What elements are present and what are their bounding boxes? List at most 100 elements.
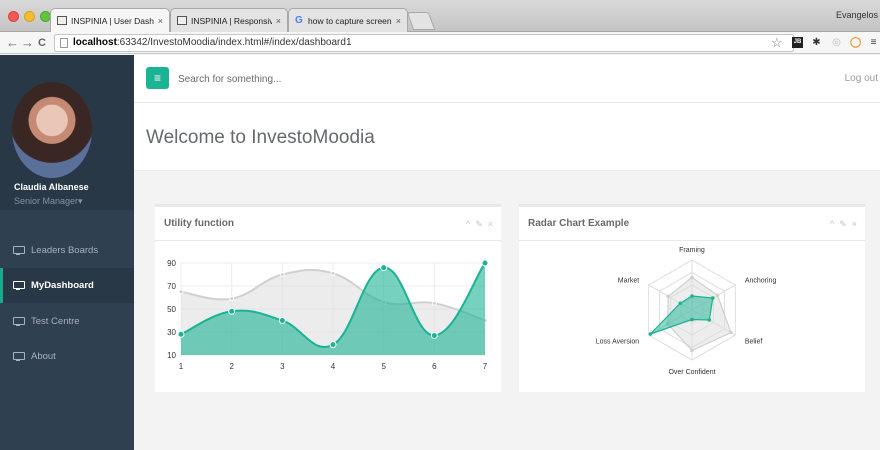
profile-name: Claudia Albanese xyxy=(14,182,89,192)
radar-chart-card: Radar Chart Example ^ ✎ × Framing Anchori… xyxy=(519,204,865,392)
new-tab-button[interactable] xyxy=(406,12,436,30)
collapse-icon[interactable]: ^ xyxy=(466,219,470,230)
wrench-icon[interactable]: ✎ xyxy=(839,219,847,230)
x-tick-label: 5 xyxy=(381,362,386,371)
y-tick-label: 30 xyxy=(167,328,176,337)
radar-data-point xyxy=(729,330,733,335)
y-tick-label: 70 xyxy=(167,282,176,291)
sidebar-item-label: About xyxy=(31,351,56,362)
radar-data-point xyxy=(678,301,683,306)
page-icon xyxy=(57,16,67,25)
x-tick-label: 2 xyxy=(229,362,234,371)
card-header: Radar Chart Example ^ ✎ × xyxy=(519,207,865,241)
browser-tab-user-dashboard[interactable]: INSPINIA | User Dashboard × xyxy=(50,8,170,32)
data-point xyxy=(228,307,236,315)
radar-data-point xyxy=(648,332,653,336)
page-title: Welcome to InvestoMoodia xyxy=(146,127,375,148)
x-tick-label: 1 xyxy=(179,362,184,371)
sidebar-item-mydashboard[interactable]: MyDashboard xyxy=(0,268,134,303)
y-tick-label: 90 xyxy=(167,259,176,268)
desktop-icon xyxy=(13,246,25,255)
card-tools: ^ ✎ × xyxy=(466,219,493,230)
browser-tab-responsive-admin[interactable]: INSPINIA | Responsive Adm × xyxy=(170,8,288,32)
radar-data-point xyxy=(715,293,720,298)
card-title: Utility function xyxy=(164,218,234,229)
tab-title: how to capture screen on a xyxy=(308,15,392,26)
sidebar-item-label: Test Centre xyxy=(31,316,80,327)
y-tick-label: 10 xyxy=(167,351,176,360)
radar-data-point xyxy=(666,294,670,299)
jetbrains-extension-icon[interactable]: JB xyxy=(792,37,803,48)
data-point xyxy=(330,270,336,276)
wrench-icon[interactable]: ✎ xyxy=(475,219,483,230)
tab-close-icon[interactable]: × xyxy=(396,16,401,26)
back-arrow-icon[interactable]: ← xyxy=(6,35,19,51)
data-point xyxy=(279,272,285,277)
gear-extension-icon[interactable]: ✱ xyxy=(811,37,822,48)
sidebar-toggle-button[interactable]: ≡ xyxy=(146,67,169,89)
sidebar-item-label: MyDashboard xyxy=(31,280,94,291)
desktop-icon xyxy=(13,317,25,326)
card-tools: ^ ✎ × xyxy=(830,219,857,230)
radar-chart: Framing Anchoring Belief Over Confident Loss… xyxy=(596,247,777,376)
y-tick-label: 50 xyxy=(167,305,176,314)
close-window-button[interactable] xyxy=(8,11,19,22)
browser-toolbar: ← → C localhost:63342/InvestoMoodia/inde… xyxy=(0,32,880,54)
card-header: Utility function ^ ✎ × xyxy=(155,207,501,241)
top-navbar: ≡ Log out xyxy=(134,55,880,103)
radar-data-point xyxy=(690,275,694,280)
card-title: Radar Chart Example xyxy=(528,218,630,229)
close-icon[interactable]: × xyxy=(852,219,857,230)
profile-role-dropdown[interactable]: Senior Manager▾ xyxy=(14,196,83,207)
collapse-icon[interactable]: ^ xyxy=(830,219,834,230)
logout-link[interactable]: Log out xyxy=(845,73,878,84)
sidebar: Claudia Albanese Senior Manager▾ Leaders… xyxy=(0,55,134,450)
sidebar-item-about[interactable]: About xyxy=(0,339,134,374)
chrome-menu-icon[interactable]: ≡ xyxy=(868,37,879,48)
browser-profile-name[interactable]: Evangelos xyxy=(836,10,878,20)
tab-close-icon[interactable]: × xyxy=(276,16,281,26)
caret-down-icon: ▾ xyxy=(78,196,83,206)
page-icon xyxy=(177,16,187,25)
sidebar-item-label: Leaders Boards xyxy=(31,245,99,256)
x-tick-label: 7 xyxy=(483,362,488,371)
forward-arrow-icon[interactable]: → xyxy=(21,35,34,51)
data-point xyxy=(430,331,438,339)
desktop-icon xyxy=(13,281,25,290)
radar-data-point xyxy=(707,318,712,322)
radar-axis-label: Belief xyxy=(745,339,763,346)
google-icon: G xyxy=(295,15,303,26)
x-tick-label: 6 xyxy=(432,362,437,371)
avatar xyxy=(12,82,92,178)
data-point xyxy=(278,317,286,324)
address-bar[interactable]: localhost:63342/InvestoMoodia/index.html… xyxy=(54,34,794,52)
radar-axis-label: Loss Aversion xyxy=(596,339,640,346)
tab-close-icon[interactable]: × xyxy=(158,16,163,26)
radar-data-point xyxy=(690,317,694,322)
data-point xyxy=(229,296,235,302)
radar-axis-label: Anchoring xyxy=(745,278,777,285)
tab-title: INSPINIA | User Dashboard xyxy=(71,15,154,26)
close-icon[interactable]: × xyxy=(488,219,493,230)
minimize-window-button[interactable] xyxy=(24,11,35,22)
reload-icon[interactable]: C xyxy=(38,35,46,51)
sidebar-item-leaders-boards[interactable]: Leaders Boards xyxy=(0,233,134,268)
radar-axis-label: Market xyxy=(618,278,639,285)
url-path: :63342/InvestoMoodia/index.html#/index/d… xyxy=(116,37,352,48)
orange-ring-extension-icon[interactable]: ◯ xyxy=(850,37,861,48)
circle-extension-icon[interactable]: ◎ xyxy=(831,37,842,48)
utility-area-chart: 10 30 50 70 90 1 2 3 4 5 6 7 xyxy=(167,259,489,371)
tab-title: INSPINIA | Responsive Adm xyxy=(191,15,272,26)
radar-data-point xyxy=(690,348,694,353)
profile-header: Claudia Albanese Senior Manager▾ xyxy=(0,55,134,210)
browser-tab-capture-screen[interactable]: G how to capture screen on a × xyxy=(288,8,408,32)
url-host: localhost xyxy=(73,37,117,48)
x-tick-label: 3 xyxy=(280,362,285,371)
data-point xyxy=(481,259,489,267)
radar-data-point xyxy=(690,294,694,298)
profile-role: Senior Manager xyxy=(14,196,79,206)
search-input[interactable] xyxy=(178,69,578,89)
bookmark-star-icon[interactable]: ☆ xyxy=(771,35,783,51)
sidebar-item-test-centre[interactable]: Test Centre xyxy=(0,304,134,339)
x-tick-label: 4 xyxy=(331,362,336,371)
